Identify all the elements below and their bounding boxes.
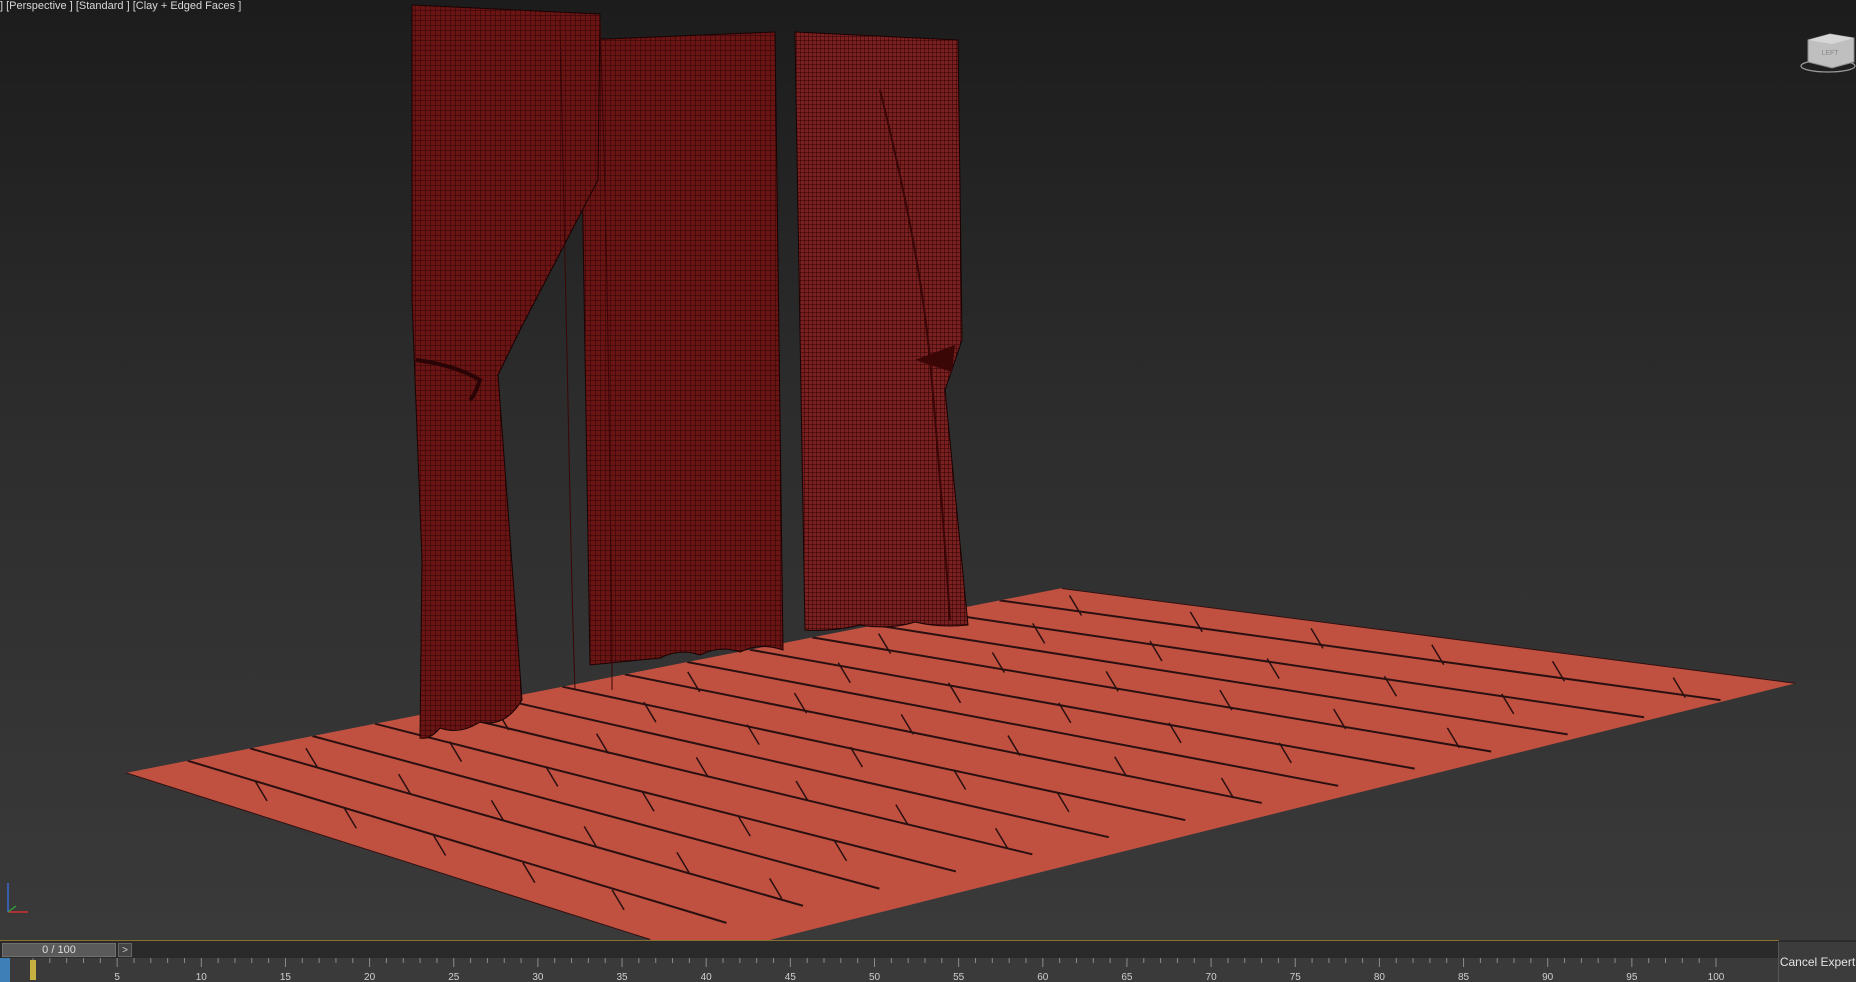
- curtain-left-panel[interactable]: [411, 4, 613, 739]
- frame-tick-label: 15: [280, 972, 292, 982]
- frame-tick-label: 85: [1458, 972, 1470, 982]
- time-slider-thumb[interactable]: 0 / 100: [2, 943, 116, 957]
- frame-tick-label: 25: [448, 972, 460, 982]
- frame-tick-label: 40: [701, 972, 713, 982]
- mini-curve-editor-toggle[interactable]: [0, 958, 10, 982]
- track-bar[interactable]: 0510152025303540455055606570758085909510…: [0, 958, 1779, 982]
- viewport-point-of-view-menu[interactable]: [Perspective ]: [6, 0, 73, 12]
- time-slider-bar[interactable]: 0 / 100 >: [0, 940, 1779, 959]
- current-frame-marker[interactable]: [30, 960, 36, 980]
- viewcube-icon[interactable]: LEFT: [1796, 28, 1856, 74]
- curtain-right-sheer[interactable]: [794, 31, 969, 631]
- frame-tick-label: 90: [1542, 972, 1554, 982]
- frame-tick-label: 80: [1374, 972, 1386, 982]
- frame-tick-label: 30: [532, 972, 544, 982]
- frame-tick-label: 95: [1626, 972, 1638, 982]
- frame-tick-label: 60: [1037, 972, 1049, 982]
- frame-ruler[interactable]: 0510152025303540455055606570758085909510…: [0, 958, 1779, 982]
- curtain-back-panel[interactable]: [579, 31, 784, 666]
- frame-tick-label: 50: [869, 972, 881, 982]
- frame-tick-label: 5: [114, 972, 120, 982]
- perspective-viewport[interactable]: ] [Perspective ] [Standard ] [Clay + Edg…: [0, 0, 1856, 940]
- frame-tick-label: 75: [1290, 972, 1302, 982]
- axis-tripod-icon: [7, 883, 28, 913]
- frame-tick-label: 70: [1206, 972, 1218, 982]
- frame-tick-label: 10: [196, 972, 208, 982]
- viewport-label-menu[interactable]: ] [Perspective ] [Standard ] [Clay + Edg…: [0, 0, 241, 13]
- floor-planks[interactable]: [125, 588, 1797, 940]
- frame-tick-label: 65: [1121, 972, 1133, 982]
- viewport-general-menu[interactable]: ]: [0, 0, 3, 12]
- cancel-expert-mode-button[interactable]: Cancel Expert: [1778, 942, 1856, 982]
- viewcube-face-label: LEFT: [1821, 50, 1839, 57]
- viewport-shading-menu-standard[interactable]: [Standard ]: [76, 0, 130, 12]
- frame-tick-label: 55: [953, 972, 965, 982]
- frame-tick-label: 35: [616, 972, 628, 982]
- frame-tick-label: 45: [785, 972, 797, 982]
- frame-tick-label: 100: [1708, 972, 1725, 982]
- viewport-visual-style-menu[interactable]: [Clay + Edged Faces ]: [133, 0, 242, 12]
- scene-canvas[interactable]: [0, 0, 1856, 940]
- frame-tick-label: 20: [364, 972, 376, 982]
- next-frame-button[interactable]: >: [118, 943, 132, 957]
